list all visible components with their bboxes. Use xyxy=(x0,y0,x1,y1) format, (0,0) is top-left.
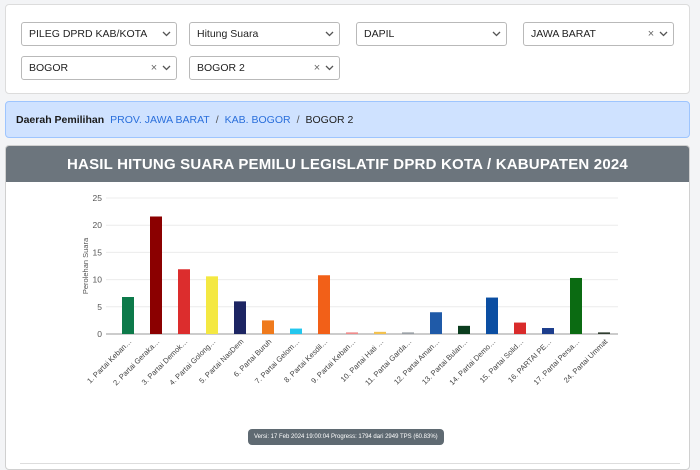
bar xyxy=(178,269,190,334)
bar xyxy=(514,322,526,334)
count-type-select[interactable]: Hitung Suara xyxy=(189,22,340,46)
y-tick-label: 15 xyxy=(93,247,103,257)
bar xyxy=(542,328,554,334)
province-value: JAWA BARAT xyxy=(531,28,596,40)
bar xyxy=(262,320,274,334)
bar xyxy=(402,332,414,334)
bar xyxy=(486,297,498,334)
chevron-down-icon xyxy=(656,31,670,37)
vote-bar-chart: 0510152025Perolehan Suara1. Partai Keban… xyxy=(81,193,618,387)
bar xyxy=(458,325,470,334)
chevron-down-icon xyxy=(322,31,336,37)
bar xyxy=(598,332,610,334)
filter-card: PILEG DPRD KAB/KOTA Hitung Suara DAPIL J… xyxy=(5,4,690,94)
breadcrumb-separator: / xyxy=(215,113,219,126)
breadcrumb-current: BOGOR 2 xyxy=(305,113,354,126)
panel-title: HASIL HITUNG SUARA PEMILU LEGISLATIF DPR… xyxy=(6,146,689,182)
bar xyxy=(346,332,358,334)
y-tick-label: 10 xyxy=(93,275,103,285)
dapil-select[interactable]: BOGOR 2 × xyxy=(189,56,340,80)
divider xyxy=(20,463,680,464)
bar xyxy=(374,331,386,334)
dapil-value: BOGOR 2 xyxy=(197,62,245,74)
election-type-select[interactable]: PILEG DPRD KAB/KOTA xyxy=(21,22,177,46)
breadcrumb-label: Daerah Pemilihan xyxy=(16,113,105,126)
chevron-down-icon xyxy=(159,31,173,37)
results-panel: HASIL HITUNG SUARA PEMILU LEGISLATIF DPR… xyxy=(5,145,690,470)
breadcrumb-separator: / xyxy=(296,113,300,126)
election-type-value: PILEG DPRD KAB/KOTA xyxy=(29,28,148,40)
province-select[interactable]: JAWA BARAT × xyxy=(523,22,674,46)
y-tick-label: 20 xyxy=(93,220,103,230)
bar xyxy=(234,301,246,334)
y-tick-label: 0 xyxy=(97,329,102,339)
breadcrumb-province-link[interactable]: PROV. JAWA BARAT xyxy=(110,114,210,126)
regency-value: BOGOR xyxy=(29,62,69,74)
bar xyxy=(290,328,302,334)
chevron-down-icon xyxy=(489,31,503,37)
bar xyxy=(150,216,162,334)
clear-icon[interactable]: × xyxy=(312,62,322,74)
bar xyxy=(318,275,330,334)
y-tick-label: 5 xyxy=(97,302,102,312)
breadcrumb: Daerah Pemilihan PROV. JAWA BARAT / KAB.… xyxy=(5,101,690,138)
chevron-down-icon xyxy=(159,65,173,71)
count-type-value: Hitung Suara xyxy=(197,28,259,40)
bar xyxy=(206,276,218,334)
clear-icon[interactable]: × xyxy=(149,62,159,74)
y-axis-label: Perolehan Suara xyxy=(81,237,90,294)
chevron-down-icon xyxy=(322,65,336,71)
clear-icon[interactable]: × xyxy=(646,28,656,40)
y-tick-label: 25 xyxy=(93,193,103,203)
area-level-value: DAPIL xyxy=(364,28,395,40)
breadcrumb-regency-link[interactable]: KAB. BOGOR xyxy=(225,114,291,126)
area-level-select[interactable]: DAPIL xyxy=(356,22,507,46)
bar xyxy=(430,312,442,334)
bar xyxy=(570,277,582,334)
regency-select[interactable]: BOGOR × xyxy=(21,56,177,80)
bar xyxy=(122,297,134,334)
version-badge: Versi: 17 Feb 2024 19:00:04 Progress: 17… xyxy=(248,429,444,445)
